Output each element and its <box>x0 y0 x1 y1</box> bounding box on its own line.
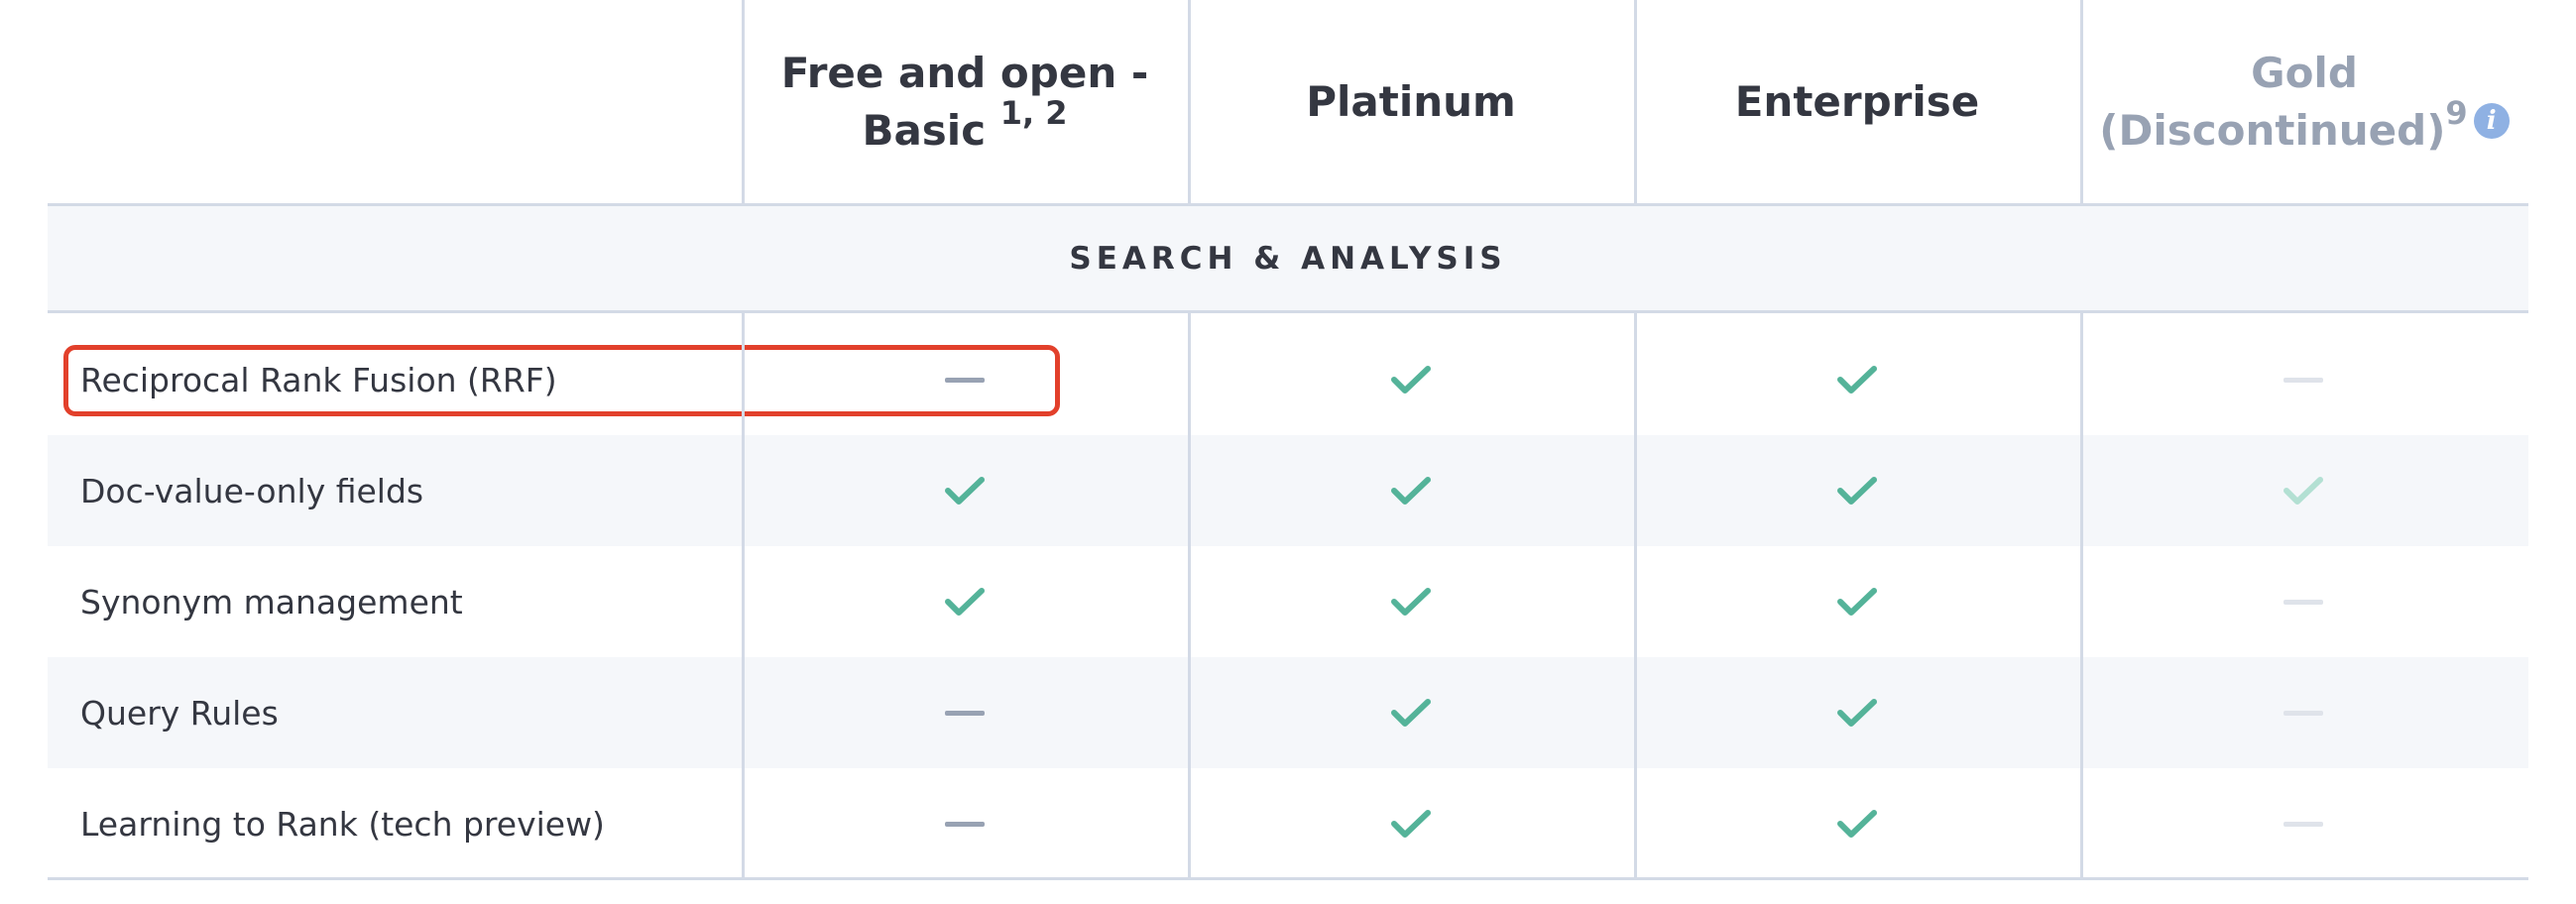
dash-icon <box>945 821 985 827</box>
column-divider <box>1188 313 1191 877</box>
column-header-enterprise: Enterprise <box>1734 76 1980 126</box>
cell-gold <box>2080 324 2526 435</box>
table-row: Doc-value-only fields <box>48 435 2528 546</box>
check-icon <box>945 477 985 505</box>
check-icon <box>1391 588 1431 616</box>
feature-label: Learning to Rank (tech preview) <box>80 804 605 844</box>
check-icon <box>945 588 985 616</box>
column-header-basic-line2: Basic <box>862 105 987 155</box>
column-header-basic-footnote: 1, 2 <box>999 93 1068 132</box>
cell-gold <box>2080 546 2526 657</box>
column-header-platinum: Platinum <box>1306 76 1516 126</box>
column-header-gold-line1: Gold <box>2251 48 2358 97</box>
section-title-search-analysis: SEARCH & ANALYSIS <box>48 206 2528 313</box>
cell-basic <box>742 768 1188 879</box>
column-divider <box>2080 0 2083 203</box>
check-icon <box>1837 588 1877 616</box>
check-icon <box>1837 366 1877 394</box>
cell-enterprise <box>1634 324 2080 435</box>
cell-basic <box>742 657 1188 768</box>
cell-platinum <box>1188 657 1634 768</box>
dash-icon <box>945 710 985 716</box>
cell-platinum <box>1188 324 1634 435</box>
dash-faded-icon <box>2283 821 2323 827</box>
column-divider <box>742 313 745 877</box>
feature-label: Synonym management <box>80 582 463 622</box>
check-icon <box>1391 366 1431 394</box>
check-icon <box>1391 477 1431 505</box>
column-header-basic: Free and open - Basic 1, 2 <box>742 0 1188 203</box>
table-bottom-border <box>48 877 2528 880</box>
feature-comparison-table: Free and open - Basic 1, 2 Platinum Ente… <box>48 0 2528 882</box>
cell-platinum <box>1188 435 1634 546</box>
table-row: Synonym management <box>48 546 2528 657</box>
dash-faded-icon <box>2283 599 2323 605</box>
column-header-basic-line1: Free and open - <box>780 48 1149 97</box>
dash-faded-icon <box>2283 377 2323 383</box>
cell-basic <box>742 435 1188 546</box>
table-row: Query Rules <box>48 657 2528 768</box>
cell-enterprise <box>1634 546 2080 657</box>
check-icon <box>1391 699 1431 727</box>
check-faded-icon <box>2283 477 2323 505</box>
check-icon <box>1837 477 1877 505</box>
cell-platinum <box>1188 768 1634 879</box>
column-divider <box>1634 0 1637 203</box>
column-header-gold-footnote: 9 <box>2445 93 2468 132</box>
cell-platinum <box>1188 546 1634 657</box>
check-icon <box>1837 699 1877 727</box>
feature-label: Query Rules <box>80 693 279 733</box>
column-header-gold-line2: (Discontinued) <box>2099 105 2446 155</box>
highlight-box <box>63 345 1060 416</box>
cell-enterprise <box>1634 768 2080 879</box>
feature-label: Doc-value-only fields <box>80 471 424 510</box>
table-header: Free and open - Basic 1, 2 Platinum Ente… <box>48 0 2528 206</box>
cell-gold <box>2080 768 2526 879</box>
column-divider <box>2080 313 2083 877</box>
dash-faded-icon <box>2283 710 2323 716</box>
table-row: Learning to Rank (tech preview) <box>48 768 2528 879</box>
info-icon[interactable]: i <box>2473 103 2510 139</box>
column-divider <box>1188 0 1191 203</box>
cell-basic <box>742 546 1188 657</box>
column-header-gold: Gold (Discontinued)9 i <box>2080 0 2528 203</box>
column-divider <box>742 0 745 203</box>
cell-enterprise <box>1634 657 2080 768</box>
cell-gold <box>2080 657 2526 768</box>
cell-gold <box>2080 435 2526 546</box>
column-divider <box>1634 313 1637 877</box>
check-icon <box>1391 810 1431 838</box>
check-icon <box>1837 810 1877 838</box>
cell-enterprise <box>1634 435 2080 546</box>
